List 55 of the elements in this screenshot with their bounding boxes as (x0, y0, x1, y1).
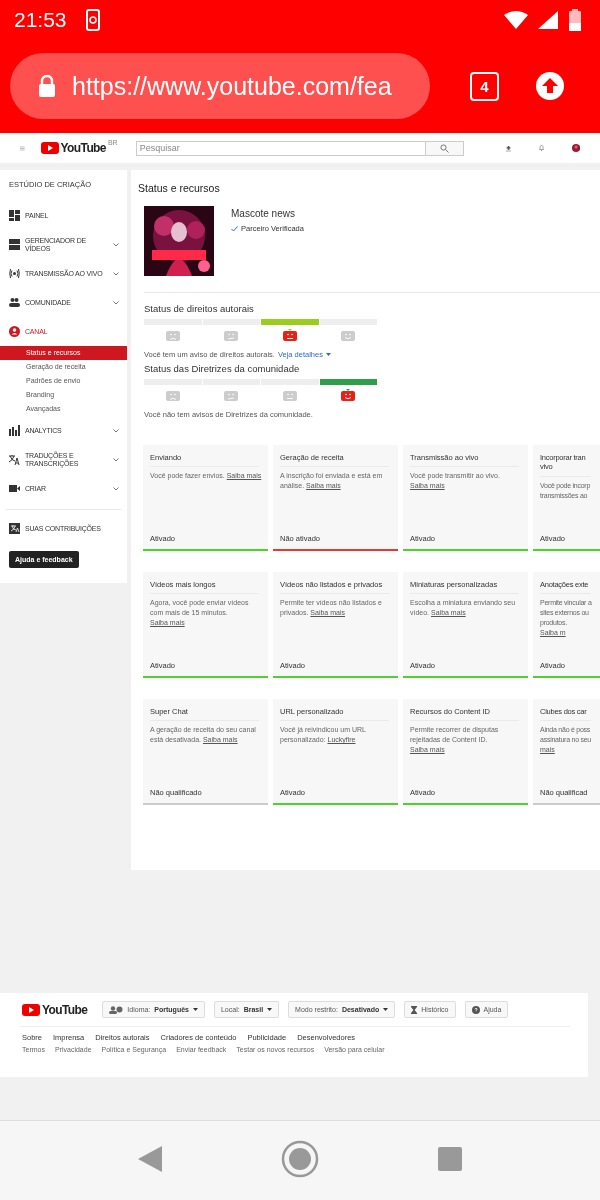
translate-icon (9, 454, 20, 465)
chevron-icon (113, 242, 119, 247)
upload-icon[interactable] (535, 71, 565, 101)
face-icon (165, 329, 180, 341)
people-icon (9, 297, 20, 308)
check-icon (231, 225, 238, 232)
user-icon (9, 326, 20, 337)
chevron-icon (113, 271, 119, 276)
logo-wordmark[interactable]: YouTube (60, 141, 106, 155)
back-icon[interactable] (138, 1145, 162, 1172)
play-logo-icon[interactable] (40, 142, 59, 154)
broadcast-icon (9, 268, 20, 279)
caret-icon (192, 1008, 198, 1011)
caret-icon (383, 1008, 389, 1011)
dropdown-caret-icon (325, 353, 331, 356)
translate-icon (9, 523, 20, 534)
help-icon (471, 1005, 480, 1014)
video-camera-icon (9, 483, 20, 494)
search-icon (439, 143, 449, 153)
chevron-icon (113, 457, 119, 462)
tab-count-button[interactable]: 4 (470, 71, 499, 101)
stacked-boxes-icon (9, 239, 20, 250)
recents-icon[interactable] (438, 1146, 462, 1171)
menu-icon[interactable] (20, 144, 25, 152)
meter-title: Status de direitos autorais (144, 303, 255, 314)
face-icon (341, 329, 356, 341)
bell-icon[interactable] (538, 142, 544, 154)
chevron-icon (113, 300, 119, 305)
face-icon (282, 389, 297, 401)
phone-icon (84, 9, 101, 31)
search-field[interactable]: Pesquisar (135, 140, 426, 156)
face-icon (341, 389, 356, 401)
play-logo-icon[interactable] (22, 1003, 40, 1016)
face-icon (224, 329, 239, 341)
meter-title: Status das Diretrizes da comunidade (144, 363, 301, 374)
lock-icon (38, 75, 56, 97)
wifi-icon (504, 11, 528, 29)
face-icon (282, 329, 297, 341)
dashboard-icon (9, 210, 20, 221)
channel-name: Mascote news (231, 208, 296, 219)
battery-icon (568, 9, 582, 31)
page-title: Status e recursos (138, 182, 221, 194)
hourglass-icon (411, 1005, 418, 1014)
home-icon[interactable] (281, 1139, 319, 1178)
caret-icon (267, 1008, 273, 1011)
bar-chart-icon (9, 425, 20, 436)
chevron-icon (113, 428, 119, 433)
signal-icon (538, 11, 558, 29)
clock-time: 21:53 (14, 8, 67, 32)
face-icon (224, 389, 239, 401)
logo-wordmark[interactable]: YouTube (42, 1002, 88, 1017)
people-icon (109, 1005, 124, 1014)
chevron-icon (113, 486, 119, 491)
search-button[interactable] (425, 140, 464, 156)
face-icon (165, 389, 180, 401)
